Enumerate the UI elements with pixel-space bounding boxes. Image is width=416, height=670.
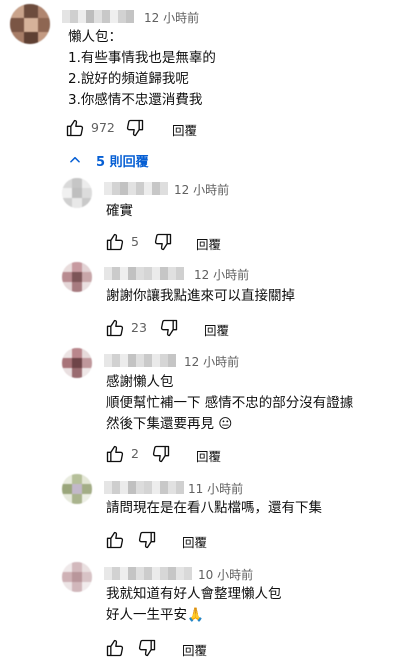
reply-button[interactable]: 回覆 [182, 640, 207, 659]
comment-text-line: 確實 [106, 203, 133, 219]
thumb-up-icon[interactable] [104, 638, 126, 658]
reply-button[interactable]: 回覆 [196, 234, 221, 253]
comment-text-line: 好人一生平安🙏 [106, 607, 204, 623]
comment-timestamp[interactable]: 12 小時前 [144, 9, 199, 26]
comment-timestamp[interactable]: 12 小時前 [194, 266, 249, 283]
like-count: 972 [91, 120, 115, 135]
avatar[interactable] [62, 262, 92, 292]
comment-actions: 回覆 [104, 530, 284, 550]
thumb-up-icon[interactable] [104, 318, 126, 338]
like-count: 5 [131, 234, 139, 249]
thumb-down-icon[interactable] [158, 318, 180, 338]
comment-text-line: 1.有些事情我也是無辜的 [68, 50, 216, 66]
comment-text-line: 然後下集還要再見 😐 [106, 416, 233, 432]
reply-button[interactable]: 回覆 [172, 120, 197, 139]
comment-text-line: 我就知道有好人會整理懶人包 [106, 586, 282, 602]
comment-text-line: 謝謝你讓我點進來可以直接關掉 [106, 288, 295, 304]
author-name-redacted[interactable] [104, 181, 168, 195]
replies-toggle-label: 5 則回覆 [96, 154, 149, 170]
thumb-up-icon[interactable] [104, 444, 126, 464]
comment-timestamp[interactable]: 11 小時前 [188, 480, 243, 497]
like-count: 2 [131, 446, 139, 461]
comment-actions: 972 回覆 [64, 118, 264, 138]
reply-button[interactable]: 回覆 [182, 532, 207, 551]
author-name-redacted[interactable] [62, 9, 138, 23]
comment-text-line: 2.說好的頻道歸我呢 [68, 71, 189, 87]
reply-button[interactable]: 回覆 [196, 446, 221, 465]
thumb-down-icon[interactable] [136, 530, 158, 550]
thumb-down-icon[interactable] [136, 638, 158, 658]
like-count: 23 [131, 320, 147, 335]
thumb-down-icon[interactable] [152, 232, 174, 252]
thumb-up-icon[interactable] [64, 118, 86, 138]
comment-timestamp[interactable]: 10 小時前 [198, 566, 253, 583]
author-name-redacted[interactable] [104, 353, 180, 367]
replies-toggle-button[interactable]: 5 則回覆 [68, 150, 149, 170]
comment-text-line: 3.你感情不忠還消費我 [68, 92, 203, 108]
thumb-up-icon[interactable] [104, 232, 126, 252]
comment-text-line: 感謝懶人包 [106, 374, 174, 390]
avatar[interactable] [62, 562, 92, 592]
avatar[interactable] [62, 178, 92, 208]
thumb-up-icon[interactable] [104, 530, 126, 550]
comment-timestamp[interactable]: 12 小時前 [184, 353, 239, 370]
chevron-up-icon [68, 153, 82, 167]
reply-button[interactable]: 回覆 [204, 320, 229, 339]
comment-actions: 2 回覆 [104, 444, 284, 464]
comment-actions: 5 回覆 [104, 232, 284, 252]
avatar[interactable] [62, 348, 92, 378]
author-name-redacted[interactable] [104, 566, 192, 580]
comment-actions: 23 回覆 [104, 318, 284, 338]
comment-text-line: 請問現在是在看八點檔嗎，還有下集 [106, 500, 322, 516]
comment-timestamp[interactable]: 12 小時前 [174, 181, 229, 198]
author-name-redacted[interactable] [104, 480, 184, 494]
author-name-redacted[interactable] [104, 266, 188, 280]
comment-text-line: 懶人包： [68, 29, 122, 45]
thumb-down-icon[interactable] [150, 444, 172, 464]
avatar[interactable] [62, 474, 92, 504]
comment-text-line: 順便幫忙補一下 感情不忠的部分沒有證據 [106, 395, 354, 411]
comment-actions: 回覆 [104, 638, 284, 658]
thumb-down-icon[interactable] [124, 118, 146, 138]
avatar[interactable] [10, 4, 50, 44]
